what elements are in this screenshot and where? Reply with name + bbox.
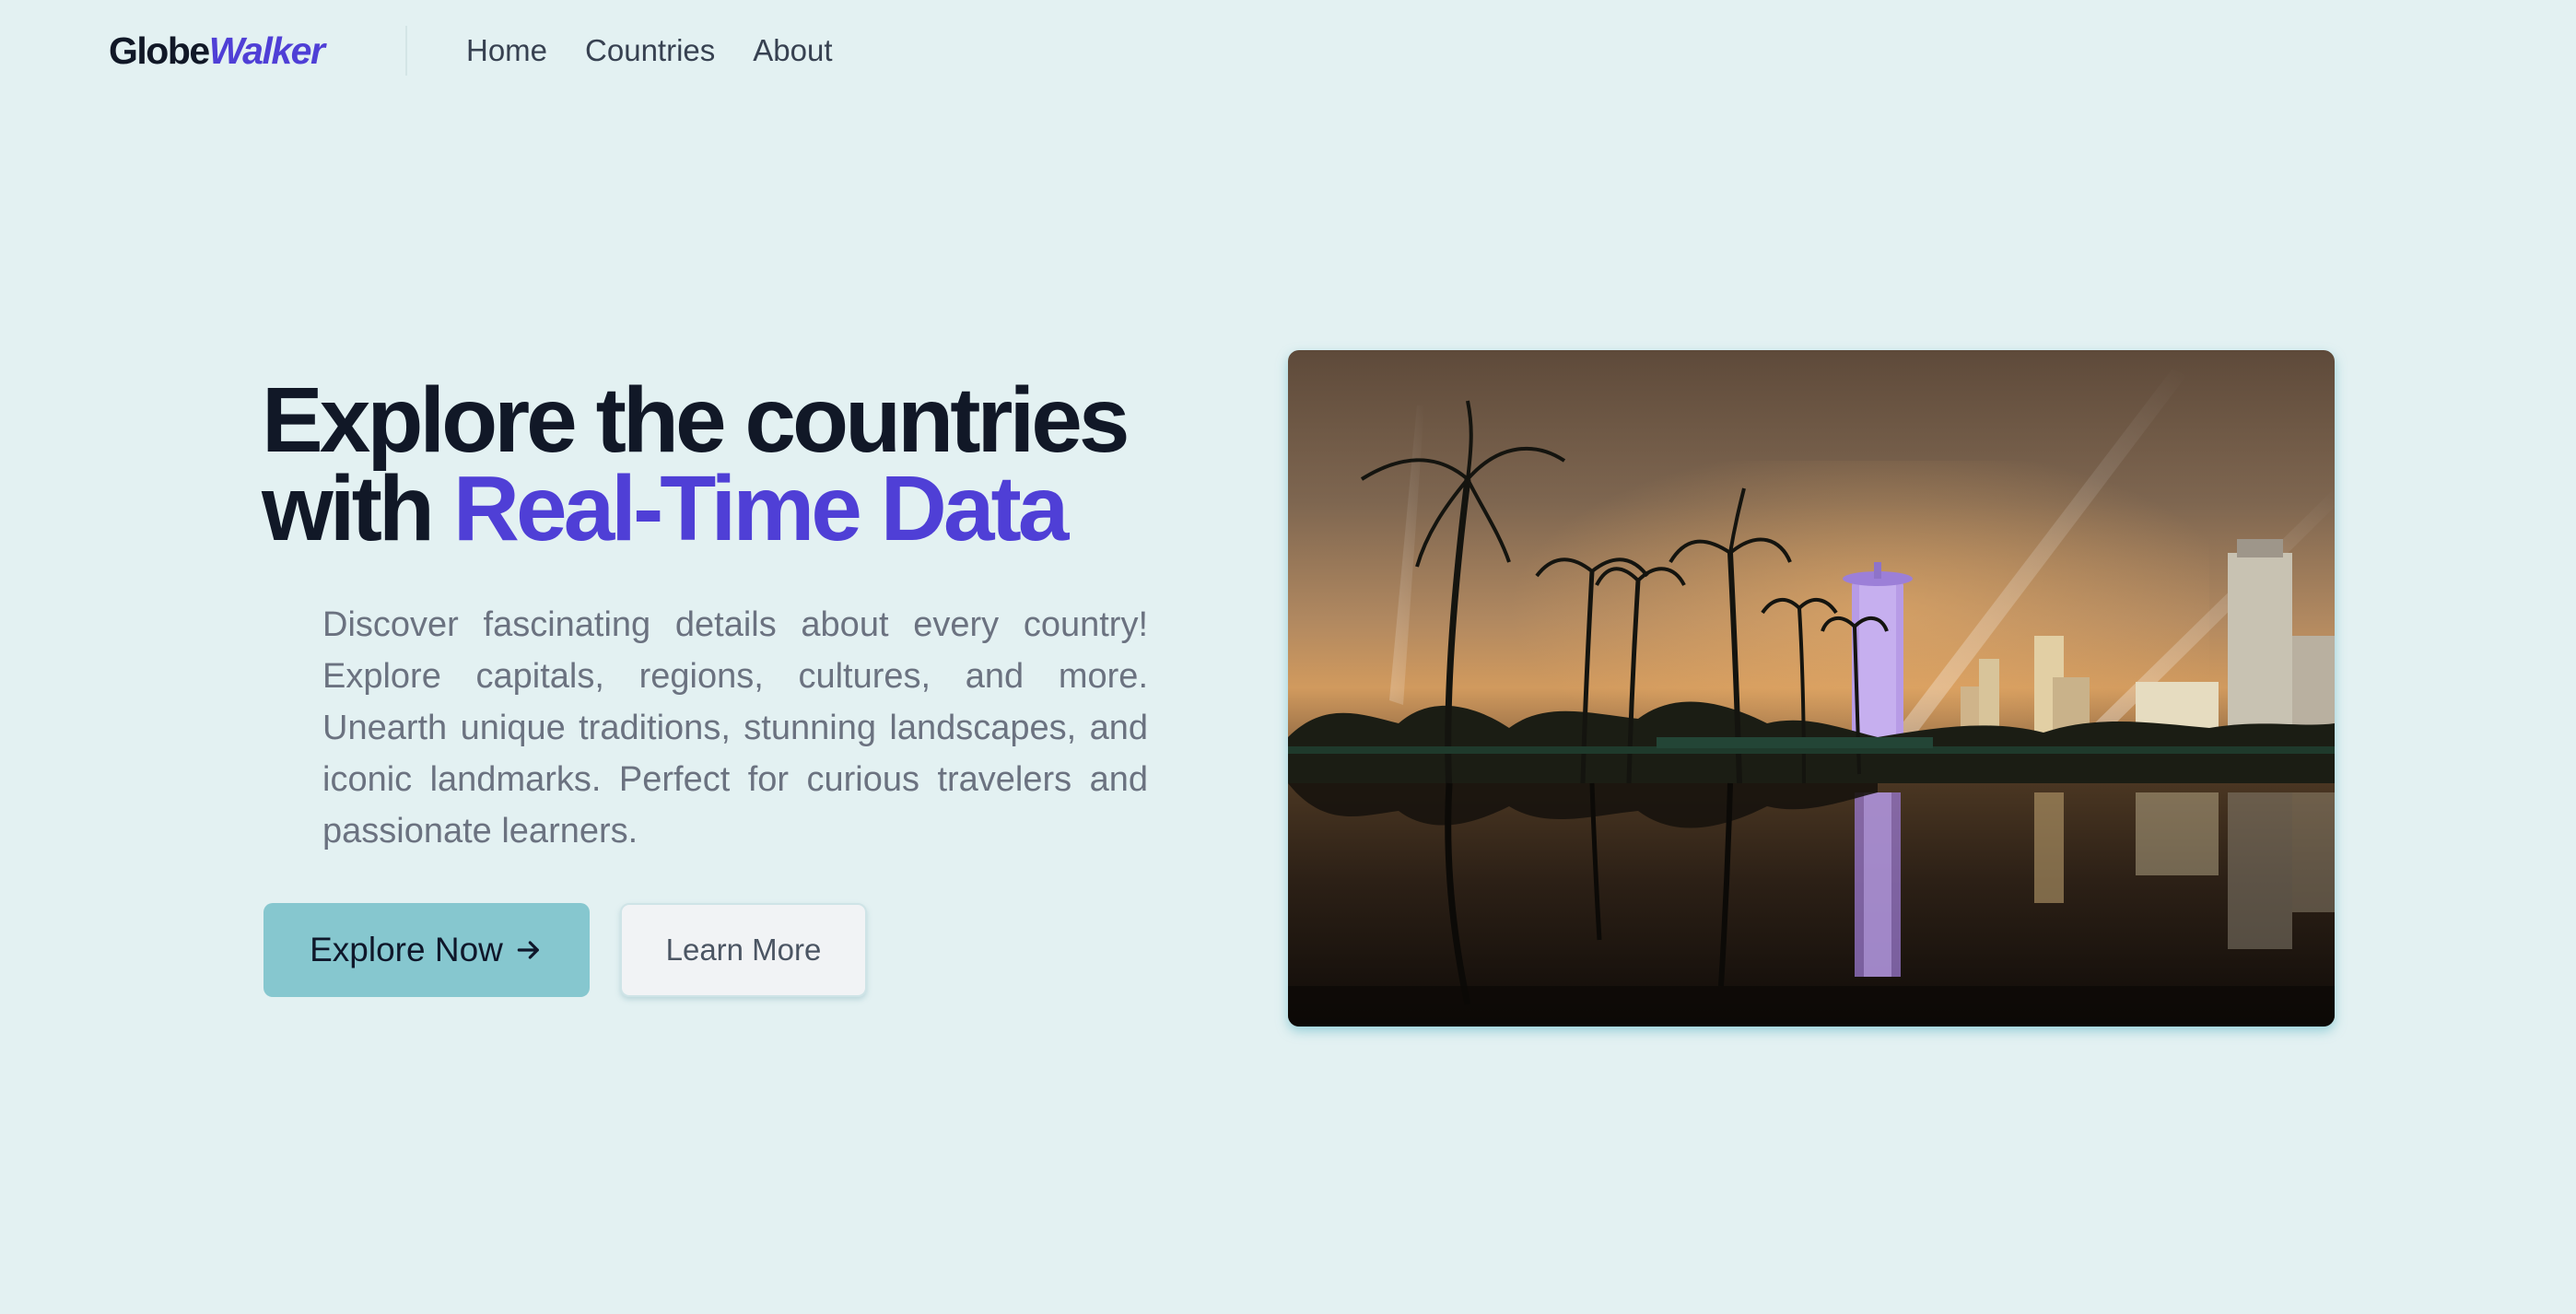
arrow-right-icon: [517, 941, 539, 959]
hero-city-skyline-image: [1288, 350, 2335, 1027]
nav-link-countries[interactable]: Countries: [585, 31, 715, 70]
nav-link-home[interactable]: Home: [466, 31, 547, 70]
hero-description: Discover fascinating details about every…: [322, 605, 1148, 851]
nav-divider: [405, 26, 407, 76]
learn-more-button[interactable]: Learn More: [620, 903, 867, 997]
nav-link-about[interactable]: About: [753, 31, 832, 70]
city-skyline-illustration: [1288, 350, 2335, 1027]
explore-now-label: Explore Now: [310, 931, 503, 968]
top-navigation: GlobeWalker Home Countries About: [0, 0, 2576, 103]
hero-title-line-2-prefix: with: [262, 457, 453, 560]
explore-now-button[interactable]: Explore Now: [263, 903, 590, 997]
nav-links: Home Countries About: [466, 31, 833, 70]
hero-title: Explore the countries with Real-Time Dat…: [262, 374, 1130, 555]
brand-logo-part-1: Globe: [109, 29, 210, 72]
brand-logo-part-2: Walker: [208, 29, 325, 72]
hero-title-accent: Real-Time Data: [452, 457, 1070, 560]
brand-logo[interactable]: GlobeWalker: [109, 28, 325, 74]
